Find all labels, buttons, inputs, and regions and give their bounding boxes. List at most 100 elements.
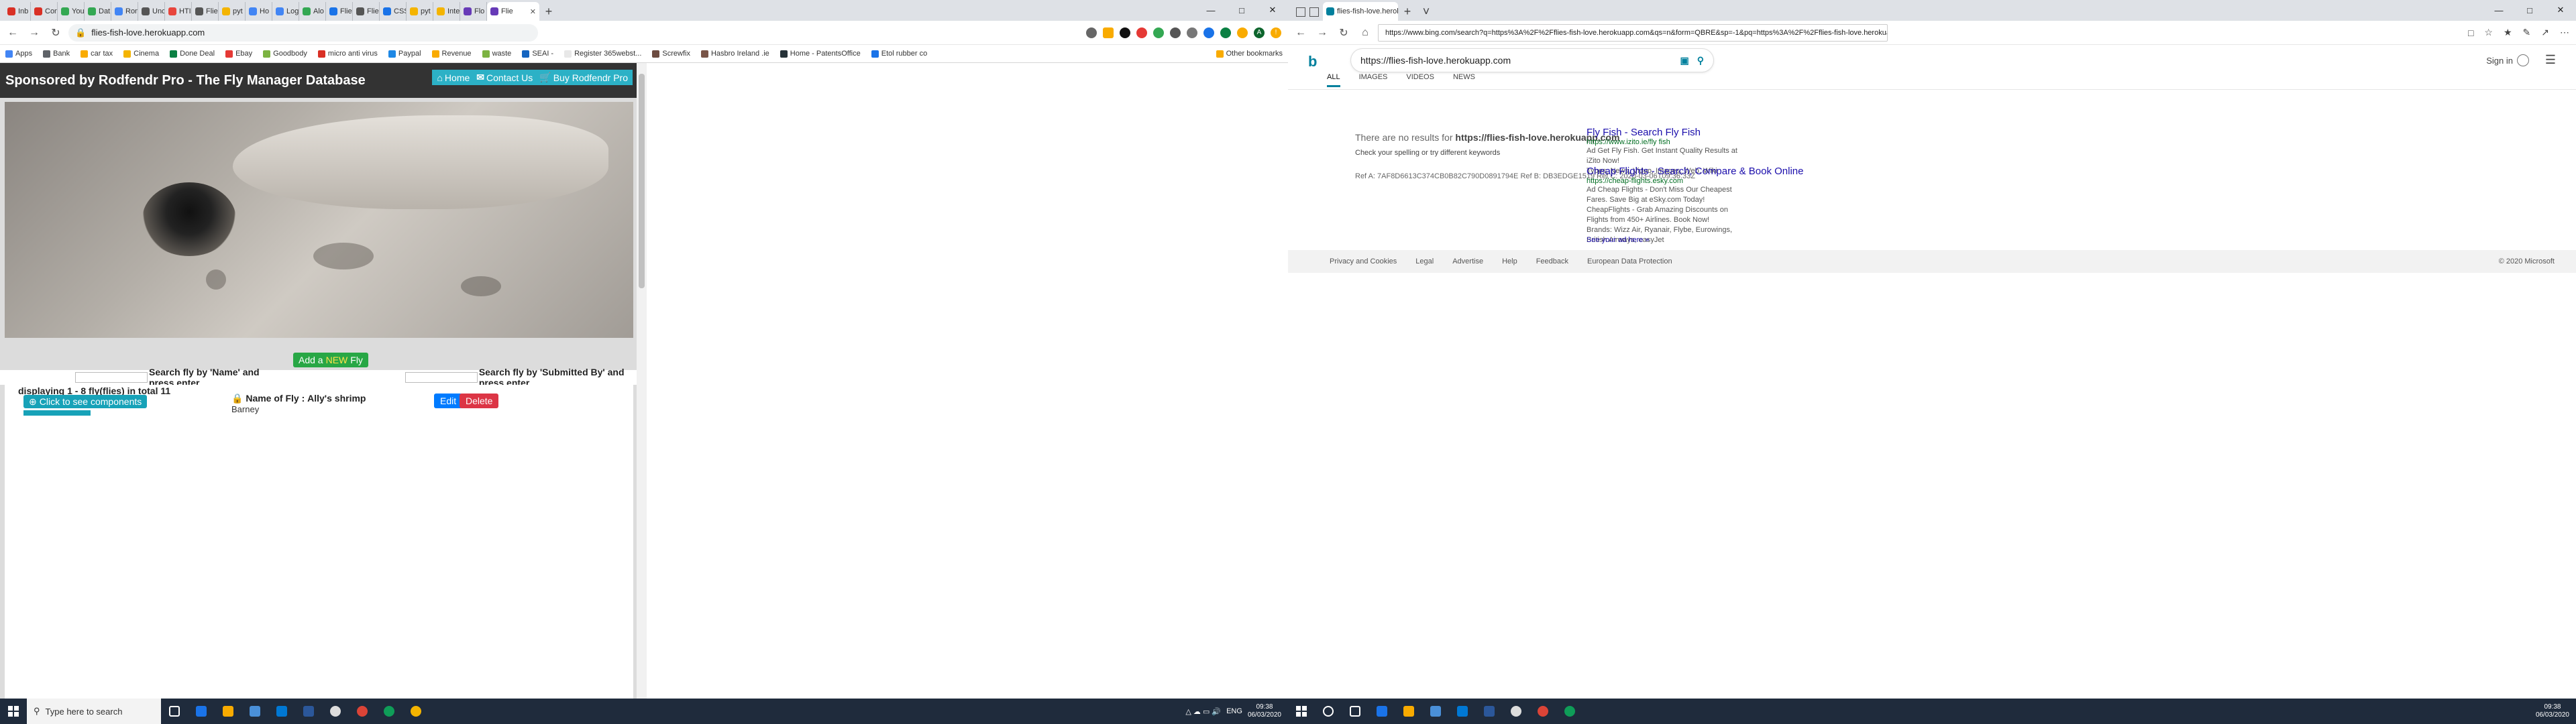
- reload-icon[interactable]: ↻: [47, 24, 64, 42]
- browser-tab[interactable]: Inte: [433, 2, 460, 21]
- browser-tab[interactable]: pyt: [219, 2, 246, 21]
- extension-icon[interactable]: [1153, 27, 1164, 38]
- app-icon-chrome[interactable]: [349, 699, 376, 724]
- ad-title-link[interactable]: Fly Fish - Search Fly Fish: [1587, 127, 1748, 138]
- page-scrollbar[interactable]: [637, 63, 647, 699]
- cast-icon[interactable]: [1086, 27, 1097, 38]
- bookmark-item[interactable]: Bank: [43, 50, 70, 58]
- search-name-input[interactable]: [75, 372, 148, 383]
- app-icon-explorer[interactable]: [215, 699, 241, 724]
- app-icon-store[interactable]: [241, 699, 268, 724]
- app-icon-chrome-3[interactable]: [402, 699, 429, 724]
- app-icon-explorer[interactable]: [1395, 699, 1422, 724]
- browser-tab[interactable]: Inb: [4, 2, 31, 21]
- browser-tab[interactable]: Unc: [138, 2, 165, 21]
- search-icon[interactable]: ⚲: [1697, 55, 1704, 66]
- bing-tab-images[interactable]: IMAGES: [1359, 73, 1388, 87]
- app-icon-chrome-2[interactable]: [1556, 699, 1583, 724]
- footer-link[interactable]: Legal: [1415, 257, 1434, 265]
- delete-button[interactable]: Delete: [460, 394, 499, 408]
- sign-in-link[interactable]: Sign in: [2486, 54, 2529, 66]
- menu-icon[interactable]: ☰: [2545, 53, 2556, 67]
- tab-actions-icon[interactable]: [1296, 7, 1305, 17]
- update-icon[interactable]: !: [1271, 27, 1281, 38]
- close-tab-icon[interactable]: ✕: [530, 7, 536, 16]
- tab-back-icon[interactable]: [1309, 7, 1319, 17]
- new-tab-button[interactable]: +: [1398, 2, 1417, 21]
- browser-tab[interactable]: pyt: [407, 2, 433, 21]
- footer-link[interactable]: Advertise: [1452, 257, 1483, 265]
- bookmark-item[interactable]: Ebay: [225, 50, 252, 58]
- add-new-fly-button[interactable]: Add a NEW Fly: [293, 353, 368, 367]
- browser-tab[interactable]: Flie: [192, 2, 219, 21]
- ad-title-link[interactable]: Cheap Flights - Search, Compare & Book O…: [1587, 166, 1804, 177]
- bookmark-item[interactable]: Register 365webst...: [564, 50, 641, 58]
- app-icon-edge[interactable]: [1368, 699, 1395, 724]
- app-icon-word[interactable]: [1476, 699, 1503, 724]
- extension-icon[interactable]: [1187, 27, 1197, 38]
- taskbar-search[interactable]: ⚲ Type here to search: [27, 699, 161, 724]
- tab-dropdown-icon[interactable]: ˅: [1417, 2, 1436, 21]
- address-bar[interactable]: 🔒 flies-fish-love.herokuapp.com: [68, 23, 538, 42]
- reload-icon[interactable]: ↻: [1335, 24, 1352, 42]
- bookmark-item[interactable]: waste: [482, 50, 511, 58]
- notes-icon[interactable]: ✎: [2523, 27, 2531, 38]
- clock[interactable]: 09:38 06/03/2020: [1248, 703, 1281, 719]
- bing-tab-news[interactable]: NEWS: [1453, 73, 1475, 87]
- app-icon-chrome-2[interactable]: [376, 699, 402, 724]
- favorite-star-icon[interactable]: ☆: [2484, 27, 2493, 38]
- tab-bing[interactable]: flies-fish-love.herokuapp ✕: [1323, 2, 1398, 21]
- bookmark-item[interactable]: Revenue: [431, 50, 472, 58]
- bookmark-item[interactable]: Hasbro Ireland .ie: [700, 50, 769, 58]
- start-button[interactable]: [0, 699, 27, 724]
- nav-home[interactable]: ⌂ Home: [435, 70, 472, 85]
- tray-icons[interactable]: △ ☁ ▭ 🔊: [1185, 707, 1221, 716]
- bookmark-item[interactable]: Done Deal: [170, 50, 215, 58]
- bing-logo-icon[interactable]: b: [1308, 53, 1317, 70]
- maximize-icon[interactable]: □: [1226, 0, 1257, 20]
- minimize-icon[interactable]: —: [2483, 0, 2514, 20]
- back-icon[interactable]: ←: [1292, 24, 1309, 42]
- search-submitted-input[interactable]: [405, 372, 478, 383]
- edit-button[interactable]: Edit: [434, 394, 463, 408]
- app-icon-mail[interactable]: [1449, 699, 1476, 724]
- bing-tab-all[interactable]: ALL: [1327, 73, 1340, 87]
- browser-tab[interactable]: Con: [31, 2, 58, 21]
- footer-link[interactable]: European Data Protection: [1587, 257, 1672, 265]
- bookmark-item[interactable]: Paypal: [388, 50, 421, 58]
- app-icon-edge[interactable]: [188, 699, 215, 724]
- favorites-hub-icon[interactable]: ★: [2504, 27, 2512, 38]
- footer-link[interactable]: Privacy and Cookies: [1330, 257, 1397, 265]
- browser-tab[interactable]: HTI: [165, 2, 192, 21]
- footer-link[interactable]: Help: [1502, 257, 1517, 265]
- clock[interactable]: 09:38 06/03/2020: [2536, 703, 2569, 719]
- bookmark-item[interactable]: micro anti virus: [317, 50, 378, 58]
- search-icon[interactable]: [1315, 699, 1342, 724]
- bookmark-item[interactable]: Apps: [5, 50, 32, 58]
- new-tab-button[interactable]: +: [539, 2, 558, 21]
- nav-buy[interactable]: 🛒 Buy Rodfendr Pro: [537, 70, 630, 85]
- browser-tab[interactable]: Flie: [353, 2, 380, 21]
- bookmark-item[interactable]: Etol rubber co: [871, 50, 927, 58]
- other-bookmarks[interactable]: Other bookmarks: [1216, 50, 1283, 58]
- browser-tab[interactable]: Dat: [85, 2, 111, 21]
- bookmark-item[interactable]: SEAI -: [522, 50, 553, 58]
- ad-url[interactable]: https://cheap-flights.esky.com: [1587, 177, 1734, 185]
- bing-tab-videos[interactable]: VIDEOS: [1406, 73, 1434, 87]
- start-button[interactable]: [1288, 699, 1315, 724]
- address-bar[interactable]: https://www.bing.com/search?q=https%3A%2…: [1378, 23, 1888, 42]
- browser-tab[interactable]: Ho: [246, 2, 272, 21]
- browser-tab[interactable]: Flie: [326, 2, 353, 21]
- language-indicator[interactable]: ENG: [1226, 707, 1242, 715]
- task-view-icon[interactable]: [161, 699, 188, 724]
- minimize-icon[interactable]: —: [1195, 0, 1226, 20]
- close-icon[interactable]: ✕: [2545, 0, 2576, 20]
- extension-icon[interactable]: [1136, 27, 1147, 38]
- see-components-button[interactable]: [23, 410, 91, 416]
- app-icon-settings[interactable]: [1503, 699, 1529, 724]
- app-icon-mail[interactable]: [268, 699, 295, 724]
- reading-view-icon[interactable]: □: [2468, 27, 2473, 38]
- app-icon-store[interactable]: [1422, 699, 1449, 724]
- bookmark-item[interactable]: Cinema: [123, 50, 159, 58]
- close-icon[interactable]: ✕: [1257, 0, 1288, 20]
